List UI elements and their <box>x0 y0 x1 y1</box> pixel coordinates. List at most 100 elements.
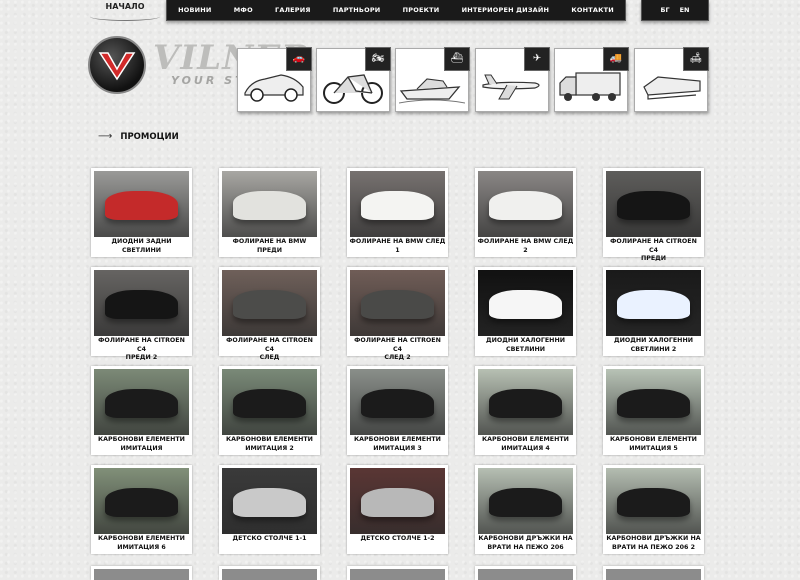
site-logo[interactable] <box>88 36 146 94</box>
promo-label: ДЕТСКО СТОЛЧЕ 1-2 <box>349 535 446 544</box>
promo-label-line1: КАРБОНОВИ ЕЛЕМЕНТИ <box>98 535 185 542</box>
promo-card[interactable]: ДИОДНИ ХАЛОГЕННИ СВЕТЛИНИ 2 <box>603 267 704 356</box>
promo-photo <box>222 171 317 237</box>
nav-item-gallery[interactable]: ГАЛЕРИЯ <box>275 6 311 14</box>
promo-photo <box>222 270 317 336</box>
promo-label-line2: ИМИТАЦИЯ 5 <box>629 444 678 452</box>
promo-label-line1: КАРБОНОВИ ЕЛЕМЕНТИ <box>354 436 441 443</box>
promo-label-line2: СВЕТЛИНИ 2 <box>630 345 677 353</box>
promo-label: КАРБОНОВИ ЕЛЕМЕНТИ ИМИТАЦИЯ 2 <box>221 436 318 453</box>
promo-card[interactable]: ФОЛИРАНЕ НА CITROEN C4 СЛЕД <box>219 267 320 361</box>
interior-sketch <box>643 76 701 100</box>
promo-label: ФОЛИРАНЕ НА CITROEN C4 ПРЕДИ <box>605 238 702 264</box>
nav-item-news[interactable]: НОВИНИ <box>178 6 211 14</box>
promo-photo-subject <box>617 487 690 518</box>
next-row-card[interactable] <box>347 566 448 580</box>
promo-label-line2: ИМИТАЦИЯ 2 <box>245 444 294 452</box>
promo-label: ДЕТСКО СТОЛЧЕ 1-1 <box>221 535 318 544</box>
promo-photo <box>350 171 445 237</box>
promo-label: КАРБОНОВИ ЕЛЕМЕНТИ ИМИТАЦИЯ 5 <box>605 436 702 453</box>
nav-item-interior-design[interactable]: ИНТЕРИОРЕН ДИЗАЙН <box>462 6 550 14</box>
promo-photo-subject <box>489 487 562 518</box>
promo-card[interactable]: КАРБОНОВИ ЕЛЕМЕНТИ ИМИТАЦИЯ 2 <box>219 366 320 455</box>
promo-photo <box>606 369 701 435</box>
promo-label-line1: КАРБОНОВИ ДРЪЖКИ НА <box>606 535 701 542</box>
promo-label-line2: ИМИТАЦИЯ 3 <box>373 444 422 452</box>
promo-label: ФОЛИРАНЕ НА BMW СЛЕД 2 <box>477 238 574 255</box>
promo-photo <box>478 468 573 534</box>
category-boat[interactable]: ⛴ <box>395 47 470 112</box>
promo-label: ФОЛИРАНЕ НА CITROEN C4 СЛЕД 2 <box>349 337 446 363</box>
promo-card[interactable]: ДИОДНИ ЗАДНИ СВЕТЛИНИ <box>91 168 192 257</box>
next-row-card[interactable] <box>219 566 320 580</box>
promo-label: ФОЛИРАНЕ НА CITROEN C4 ПРЕДИ 2 <box>93 337 190 363</box>
promo-label-line2: ПРЕДИ 2 <box>125 354 158 361</box>
category-car[interactable]: 🚗 <box>237 47 312 112</box>
promo-label-line1: ФОЛИРАНЕ НА BMW СЛЕД 1 <box>349 238 446 254</box>
promo-label-line1: КАРБОНОВИ ЕЛЕМЕНТИ <box>226 436 313 443</box>
promo-photo <box>350 468 445 534</box>
promo-card[interactable]: ФОЛИРАНЕ НА BMW ПРЕДИ <box>219 168 320 257</box>
truck-sketch <box>559 72 621 101</box>
promo-photo <box>478 171 573 237</box>
section-title: ПРОМОЦИИ <box>120 131 179 142</box>
promo-card[interactable]: ФОЛИРАНЕ НА CITROEN C4 ПРЕДИ <box>603 168 704 262</box>
promo-label: ФОЛИРАНЕ НА BMW ПРЕДИ <box>221 238 318 255</box>
promo-label-line1: ДИОДНИ ХАЛОГЕННИ <box>613 337 693 344</box>
promo-card[interactable]: ФОЛИРАНЕ НА CITROEN C4 ПРЕДИ 2 <box>91 267 192 361</box>
promo-label: ДИОДНИ ХАЛОГЕННИ СВЕТЛИНИ 2 <box>605 337 702 354</box>
promo-photo-subject <box>617 289 690 320</box>
promo-card[interactable]: КАРБОНОВИ ЕЛЕМЕНТИ ИМИТАЦИЯ <box>91 366 192 455</box>
promo-photo <box>478 270 573 336</box>
promo-label-line1: КАРБОНОВИ ЕЛЕМЕНТИ <box>98 436 185 443</box>
next-row-card[interactable] <box>603 566 704 580</box>
promo-label: КАРБОНОВИ ЕЛЕМЕНТИ ИМИТАЦИЯ 6 <box>93 535 190 552</box>
promo-label-line1: ДИОДНИ ЗАДНИ СВЕТЛИНИ <box>111 238 172 254</box>
car-sketch <box>244 74 304 102</box>
promo-card[interactable]: ДИОДНИ ХАЛОГЕННИ СВЕТЛИНИ <box>475 267 576 356</box>
promo-photo <box>94 369 189 435</box>
lang-en[interactable]: EN <box>680 6 690 14</box>
arrow-right-icon: ⟶ <box>98 131 113 142</box>
promo-card[interactable]: КАРБОНОВИ ЕЛЕМЕНТИ ИМИТАЦИЯ 5 <box>603 366 704 455</box>
promo-label-line1: ДИОДНИ ХАЛОГЕННИ <box>485 337 565 344</box>
nav-item-mfo[interactable]: МФО <box>234 6 253 14</box>
promo-card[interactable]: ФОЛИРАНЕ НА BMW СЛЕД 1 <box>347 168 448 257</box>
promo-photo-subject <box>361 487 434 518</box>
promo-photo <box>478 369 573 435</box>
brand-tagline: YOUR ST <box>171 74 246 87</box>
promo-photo <box>606 270 701 336</box>
next-row-card[interactable] <box>475 566 576 580</box>
category-airplane[interactable]: ✈ <box>475 47 550 112</box>
promo-label: ФОЛИРАНЕ НА BMW СЛЕД 1 <box>349 238 446 255</box>
nav-item-partners[interactable]: ПАРТНЬОРИ <box>333 6 381 14</box>
promo-photo-subject <box>617 388 690 419</box>
promo-photo <box>606 171 701 237</box>
language-switcher: БГ EN <box>641 0 709 21</box>
promo-label-line1: ФОЛИРАНЕ НА CITROEN C4 <box>354 337 441 353</box>
category-motorcycle[interactable]: 🏍 <box>316 47 391 112</box>
vilner-v-icon <box>98 52 136 81</box>
next-row-card[interactable] <box>91 566 192 580</box>
category-truck[interactable]: 🚚 <box>554 47 629 112</box>
nav-item-contacts[interactable]: КОНТАКТИ <box>571 6 614 14</box>
promo-label-line1: ДЕТСКО СТОЛЧЕ 1-2 <box>360 535 435 542</box>
promo-card[interactable]: КАРБОНОВИ ДРЪЖКИ НА ВРАТИ НА ПЕЖО 206 <box>475 465 576 554</box>
nav-item-projects[interactable]: ПРОЕКТИ <box>403 6 440 14</box>
promo-card[interactable]: ДЕТСКО СТОЛЧЕ 1-2 <box>347 465 448 554</box>
promo-card[interactable]: КАРБОНОВИ ЕЛЕМЕНТИ ИМИТАЦИЯ 6 <box>91 465 192 554</box>
promo-photo <box>94 171 189 237</box>
promo-label: КАРБОНОВИ ДРЪЖКИ НА ВРАТИ НА ПЕЖО 206 2 <box>605 535 702 552</box>
home-link[interactable]: НАЧАЛО <box>88 0 162 22</box>
promo-card[interactable]: КАРБОНОВИ ЕЛЕМЕНТИ ИМИТАЦИЯ 3 <box>347 366 448 455</box>
lang-bg[interactable]: БГ <box>661 6 670 14</box>
promo-card[interactable]: ДЕТСКО СТОЛЧЕ 1-1 <box>219 465 320 554</box>
promo-card[interactable]: КАРБОНОВИ ДРЪЖКИ НА ВРАТИ НА ПЕЖО 206 2 <box>603 465 704 554</box>
promo-card[interactable]: КАРБОНОВИ ЕЛЕМЕНТИ ИМИТАЦИЯ 4 <box>475 366 576 455</box>
promo-photo <box>606 468 701 534</box>
category-interior[interactable]: 🛋 <box>634 47 709 112</box>
promo-photo-subject <box>105 289 178 320</box>
promo-card[interactable]: ФОЛИРАНЕ НА BMW СЛЕД 2 <box>475 168 576 257</box>
promo-label: КАРБОНОВИ ЕЛЕМЕНТИ ИМИТАЦИЯ 3 <box>349 436 446 453</box>
promo-card[interactable]: ФОЛИРАНЕ НА CITROEN C4 СЛЕД 2 <box>347 267 448 361</box>
